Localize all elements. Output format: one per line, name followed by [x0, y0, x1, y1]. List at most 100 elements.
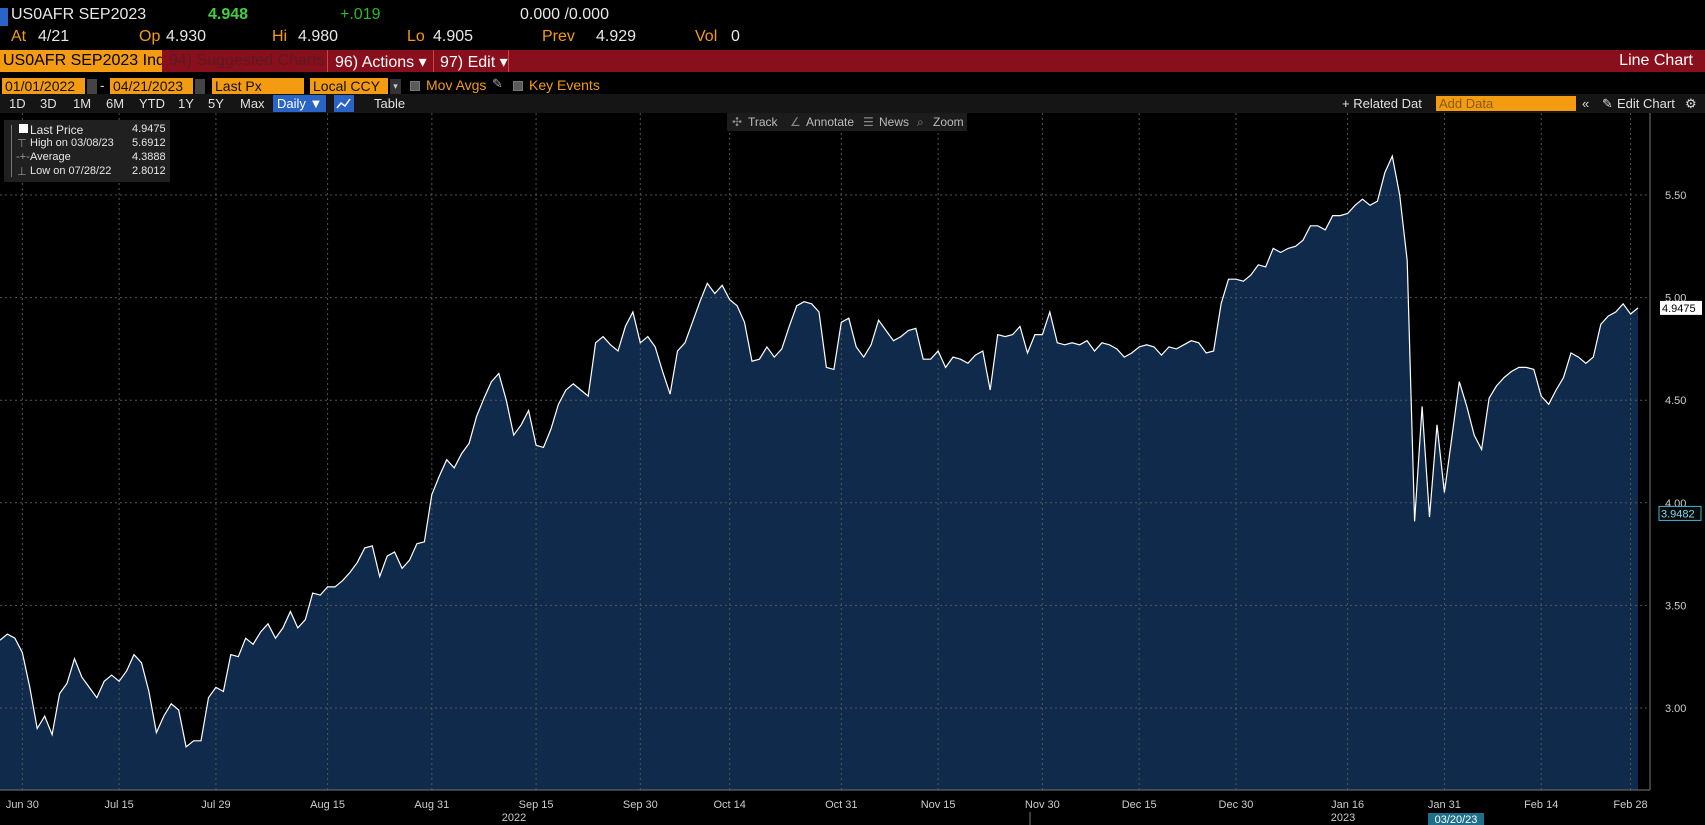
period-6m[interactable]: 6M — [106, 95, 124, 112]
currency-selector[interactable]: Local CCY — [310, 78, 388, 95]
related-data-button[interactable]: + Related Dat — [1342, 95, 1422, 112]
vol-label: Vol — [695, 28, 718, 45]
mov-avgs-label[interactable]: Mov Avgs — [426, 77, 486, 93]
menu-bar: US0AFR SEP2023 Ind 94) Suggested Charts … — [0, 50, 1705, 72]
x-tick-label: Sep 30 — [623, 799, 658, 811]
currency-dropdown-icon[interactable]: ▾ — [390, 79, 401, 94]
net-change: +.019 — [340, 6, 381, 23]
zoom-tool[interactable]: Zoom — [933, 115, 964, 129]
x-tick-label: Jul 15 — [104, 799, 133, 811]
year-label-2023: 2023 — [1331, 812, 1355, 824]
mov-avgs-checkbox[interactable] — [410, 81, 420, 91]
zoom-icon: ⌕ — [917, 115, 924, 129]
cursor-date-label: 03/20/23 — [1435, 814, 1478, 825]
frequency-dropdown[interactable]: Daily ▼ — [273, 95, 327, 112]
legend-high-label: High on 03/08/23 — [30, 137, 114, 149]
line-chart-icon[interactable] — [334, 95, 354, 112]
x-tick-label: Feb 28 — [1613, 799, 1647, 811]
chart-legend: Last Price 4.9475 ⊤ High on 03/08/23 5.6… — [4, 120, 170, 182]
open-value: 4.930 — [166, 28, 207, 45]
track-tool[interactable]: Track — [748, 115, 778, 129]
x-tick-label: Nov 30 — [1025, 799, 1060, 811]
vol-value: 0 — [731, 28, 740, 45]
security-color-marker — [0, 8, 8, 26]
x-tick-label: Jan 31 — [1428, 799, 1461, 811]
end-date-field[interactable]: 04/21/2023 — [110, 78, 193, 95]
period-1d[interactable]: 1D — [9, 95, 26, 112]
x-tick-label: Oct 31 — [825, 799, 857, 811]
y-tick-label: 3.00 — [1665, 703, 1686, 715]
at-value: 4/21 — [38, 28, 70, 45]
table-button[interactable]: Table — [374, 95, 405, 112]
annotate-icon: ∠ — [790, 115, 801, 129]
add-data-input[interactable]: Add Data — [1436, 96, 1576, 111]
key-events-checkbox[interactable] — [513, 81, 523, 91]
x-tick-label: Feb 14 — [1524, 799, 1558, 811]
prev-label: Prev — [542, 28, 575, 45]
x-tick-label: Oct 14 — [713, 799, 745, 811]
collapse-icon[interactable]: « — [1582, 95, 1589, 112]
security-name: US0AFR SEP2023 — [11, 6, 147, 23]
key-events-label[interactable]: Key Events — [529, 77, 600, 93]
bid-ask: 0.000 /0.000 — [520, 6, 609, 23]
legend-last-value: 4.9475 — [132, 123, 166, 135]
cursor-value-label: 3.9482 — [1661, 508, 1695, 520]
y-tick-label: 4.50 — [1665, 395, 1686, 407]
chart-tools: ✣ Track ∠ Annotate ☰ News ⌕ Zoom — [727, 113, 967, 131]
menu-divider — [433, 50, 434, 72]
legend-low-value: 2.8012 — [132, 165, 166, 177]
edit-pencil-icon[interactable]: ✎ — [1602, 95, 1613, 112]
last-price-swatch — [19, 124, 28, 133]
average-marker-icon: -+- — [16, 151, 30, 163]
menu-divider — [508, 50, 509, 72]
period-1y[interactable]: 1Y — [178, 95, 194, 112]
low-label: Lo — [407, 28, 425, 45]
pencil-icon[interactable]: ✎ — [492, 76, 503, 92]
open-label: Op — [139, 28, 161, 45]
x-tick-label: Jul 29 — [201, 799, 230, 811]
period-max[interactable]: Max — [240, 95, 265, 112]
legend-low-label: Low on 07/28/22 — [30, 165, 112, 177]
period-5y[interactable]: 5Y — [208, 95, 224, 112]
high-label: Hi — [272, 28, 288, 45]
x-tick-label: Jun 30 — [6, 799, 39, 811]
legend-average-label: Average — [30, 151, 71, 163]
x-tick-label: Dec 15 — [1122, 799, 1157, 811]
edit-menu[interactable]: 97) Edit ▾ — [440, 52, 508, 72]
calendar-icon[interactable] — [87, 79, 97, 94]
news-tool[interactable]: News — [879, 115, 909, 129]
start-date-field[interactable]: 01/01/2022 — [2, 78, 85, 95]
legend-average-value: 4.3888 — [132, 151, 166, 163]
field-selector[interactable]: Last Px — [212, 78, 304, 95]
x-tick-label: Aug 15 — [310, 799, 345, 811]
security-field[interactable]: US0AFR SEP2023 Ind — [0, 50, 162, 72]
period-3d[interactable]: 3D — [40, 95, 57, 112]
settings-gear-icon[interactable]: ⚙ — [1685, 95, 1697, 112]
edit-chart-button[interactable]: Edit Chart — [1617, 95, 1675, 112]
date-separator: - — [100, 77, 105, 93]
low-value: 4.905 — [433, 28, 474, 45]
y-tick-label: 5.50 — [1665, 190, 1686, 202]
calendar-icon[interactable] — [195, 79, 205, 94]
menu-divider — [327, 50, 328, 72]
x-tick-label: Sep 15 — [519, 799, 554, 811]
period-toolbar: 1D 3D 1M 6M YTD 1Y 5Y Max Daily ▼ Table … — [0, 94, 1705, 113]
annotate-tool[interactable]: Annotate — [806, 115, 854, 129]
x-tick-label: Aug 31 — [414, 799, 449, 811]
prev-value: 4.929 — [596, 28, 637, 45]
last-value-label: 4.9475 — [1662, 303, 1696, 315]
high-value: 4.980 — [298, 28, 339, 45]
period-1m[interactable]: 1M — [73, 95, 91, 112]
news-icon: ☰ — [863, 115, 874, 129]
line-chart[interactable]: Jun 30 Jul 15 Jul 29 Aug 15 Aug 31 Sep 15 Sep … — [0, 113, 1705, 825]
period-ytd[interactable]: YTD — [139, 95, 165, 112]
x-tick-label: Jan 16 — [1331, 799, 1364, 811]
legend-last-label: Last Price — [30, 123, 84, 137]
year-label-2022: 2022 — [502, 812, 526, 824]
at-label: At — [11, 28, 27, 45]
actions-menu[interactable]: 96) Actions ▾ — [335, 52, 427, 72]
legend-high-value: 5.6912 — [132, 137, 166, 149]
suggested-charts-button[interactable]: 94) Suggested Charts — [169, 52, 325, 70]
x-tick-label: Dec 30 — [1219, 799, 1254, 811]
chart-type-title: Line Chart — [1619, 52, 1693, 69]
